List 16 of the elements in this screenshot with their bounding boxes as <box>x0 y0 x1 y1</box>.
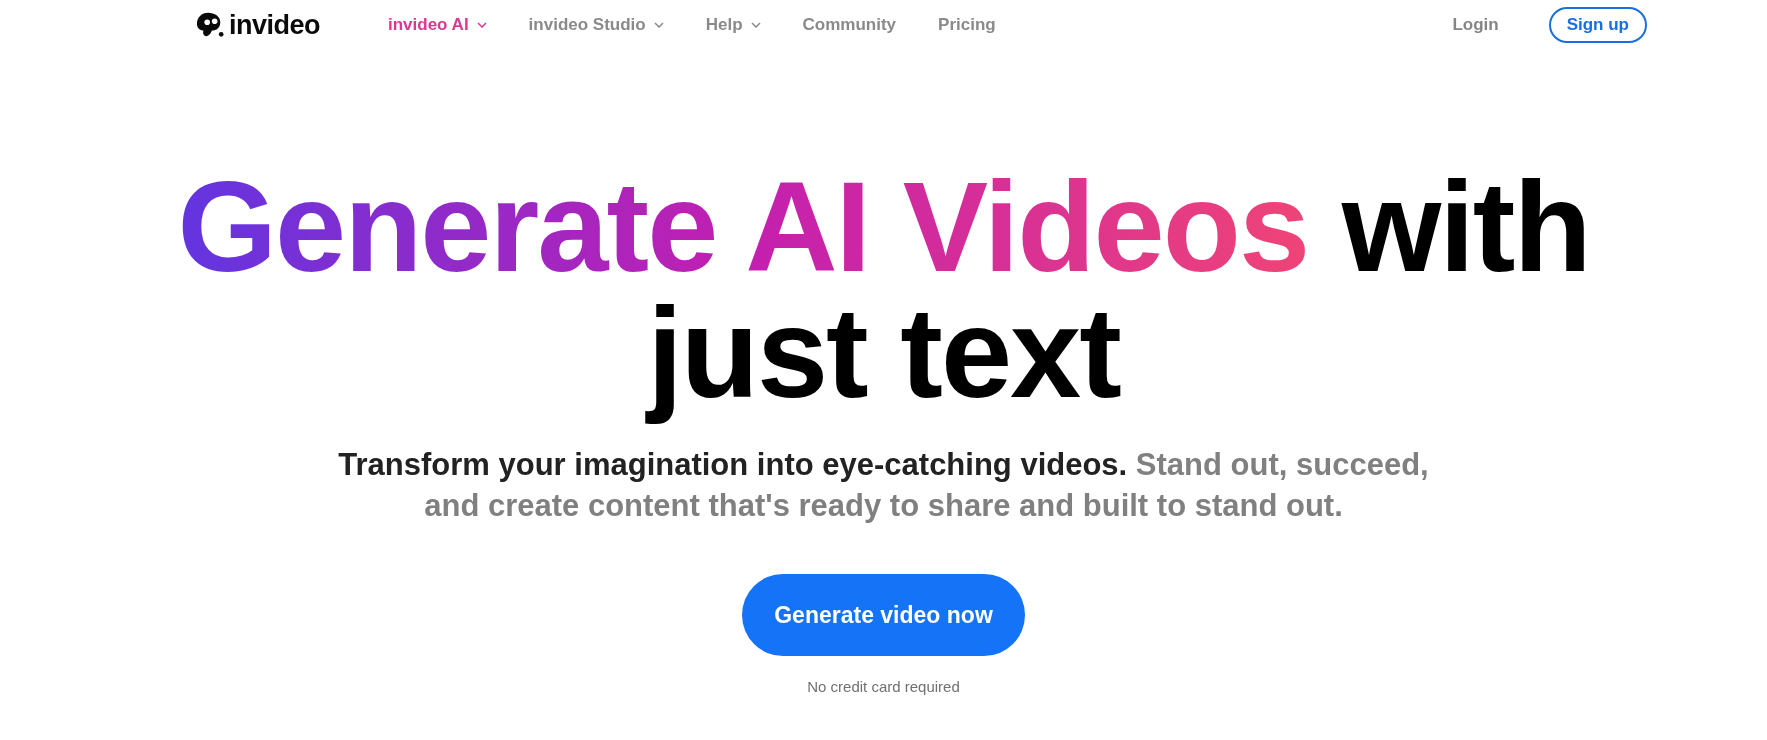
nav-link[interactable]: Pricing <box>938 15 996 35</box>
no-credit-card-note: No credit card required <box>807 678 960 695</box>
chevron-down-icon <box>476 22 487 28</box>
chevron-down-icon <box>750 22 761 28</box>
nav-link[interactable]: Help <box>705 15 761 35</box>
logo-icon <box>195 11 225 39</box>
subtitle: Transform your imagination into eye-catching videos. Stand out, succeed, and create content that's ready to share and built to stand out. <box>337 446 1430 525</box>
nav-link[interactable]: invideo AI <box>388 15 487 35</box>
generate-video-button[interactable]: Generate video now <box>742 574 1025 656</box>
nav-link[interactable]: Community <box>802 15 897 35</box>
headline: Generate AI Videos with just text <box>176 154 1591 426</box>
signup-button[interactable]: Sign up <box>1548 7 1647 43</box>
brand-name[interactable]: invideo <box>229 9 320 41</box>
login-link[interactable]: Login <box>1452 15 1499 35</box>
nav-link[interactable]: invideo Studio <box>528 15 664 35</box>
chevron-down-icon <box>653 22 664 28</box>
